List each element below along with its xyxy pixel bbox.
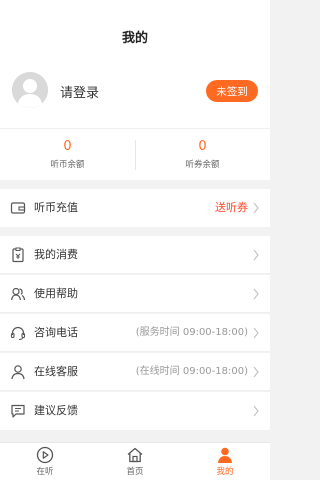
divider: [0, 273, 270, 274]
menu-item-help[interactable]: 使用帮助: [0, 275, 270, 313]
menu-label: 在线客服: [34, 365, 78, 378]
receipt-icon: [12, 247, 24, 263]
my-page: 我的 请登录 未签到 0 听币余额 0 听券余额 听币充值 送听券 我的消费 使…: [0, 0, 270, 480]
chevron-right-icon: [253, 327, 259, 339]
message-icon: [11, 404, 25, 418]
chevron-right-icon: [253, 405, 259, 417]
tab-label: 在听: [36, 467, 54, 477]
coin-balance[interactable]: 0 听币余额: [0, 139, 135, 170]
tab-mine[interactable]: 我的: [180, 445, 270, 480]
bottom-tab-bar: 在听 首页 我的: [0, 442, 270, 480]
menu-item-recharge[interactable]: 听币充值 送听券: [0, 189, 270, 227]
header: 我的: [0, 0, 270, 64]
menu-label: 我的消费: [34, 248, 78, 261]
tab-label: 我的: [216, 467, 234, 477]
home-icon: [127, 447, 143, 463]
tab-home[interactable]: 首页: [90, 445, 180, 480]
users-icon: [10, 287, 26, 301]
tab-listening[interactable]: 在听: [0, 445, 90, 480]
promo-text: 送听券: [215, 201, 248, 214]
voucher-balance[interactable]: 0 听券余额: [135, 139, 270, 170]
menu-item-consumption[interactable]: 我的消费: [0, 236, 270, 274]
menu-item-hotline[interactable]: 咨询电话 (服务时间 09:00-18:00): [0, 314, 270, 352]
avatar[interactable]: [12, 72, 48, 108]
menu-item-feedback[interactable]: 建议反馈: [0, 392, 270, 430]
signin-button[interactable]: 未签到: [206, 80, 258, 102]
login-link[interactable]: 请登录: [60, 82, 99, 101]
default-avatar-icon: [12, 72, 48, 108]
user-icon: [218, 447, 232, 463]
service-hours: (服务时间 09:00-18:00): [135, 327, 248, 338]
menu-item-online-service[interactable]: 在线客服 (在线时间 09:00-18:00): [0, 353, 270, 391]
chevron-right-icon: [253, 202, 259, 214]
online-hours: (在线时间 09:00-18:00): [135, 366, 248, 377]
chevron-right-icon: [253, 288, 259, 300]
chevron-right-icon: [253, 249, 259, 261]
balance-section: 0 听币余额 0 听券余额: [0, 128, 270, 180]
voucher-balance-value: 0: [198, 139, 207, 154]
wallet-icon: [10, 202, 26, 214]
coin-balance-value: 0: [63, 139, 72, 154]
menu-label: 使用帮助: [34, 287, 78, 300]
divider: [0, 351, 270, 352]
profile-section[interactable]: 请登录 未签到: [0, 64, 270, 128]
play-circle-icon: [36, 446, 54, 464]
coin-balance-label: 听币余额: [50, 160, 85, 170]
menu-label: 建议反馈: [34, 404, 78, 417]
voucher-balance-label: 听券余额: [185, 160, 220, 170]
person-icon: [11, 365, 25, 380]
page-title: 我的: [121, 31, 148, 46]
divider: [0, 390, 270, 391]
divider: [0, 312, 270, 313]
menu-label: 听币充值: [34, 201, 78, 214]
tab-label: 首页: [126, 467, 144, 477]
chevron-right-icon: [253, 366, 259, 378]
menu-label: 咨询电话: [34, 326, 78, 339]
headset-icon: [10, 326, 26, 341]
